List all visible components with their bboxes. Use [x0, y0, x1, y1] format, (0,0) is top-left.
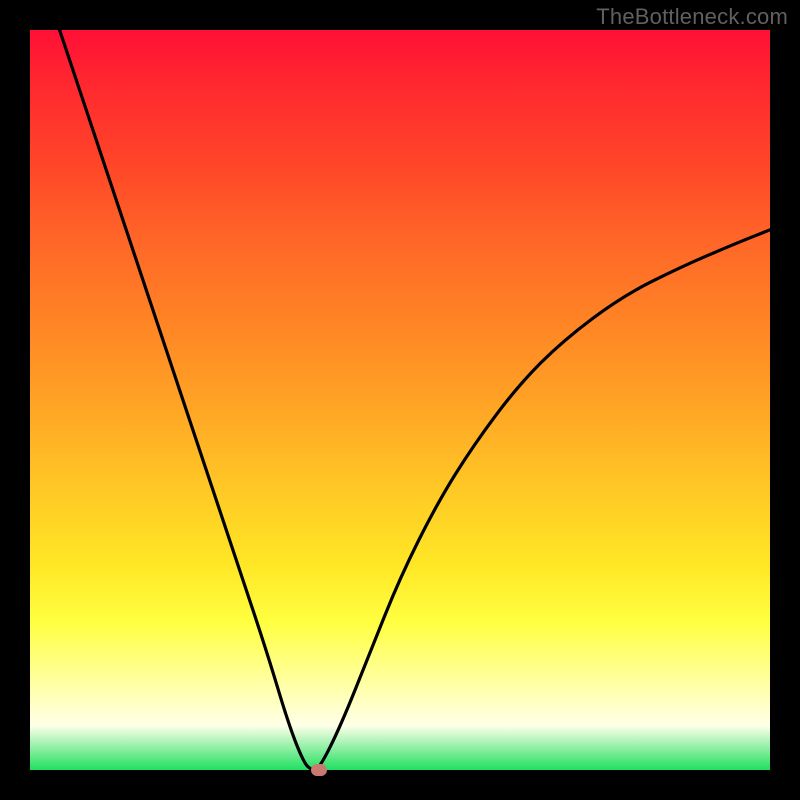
chart-frame: TheBottleneck.com	[0, 0, 800, 800]
minimum-marker	[311, 764, 327, 776]
watermark-text: TheBottleneck.com	[596, 4, 788, 30]
plot-area	[30, 30, 770, 770]
curve-svg	[30, 30, 770, 770]
bottleneck-curve-path	[60, 30, 770, 770]
